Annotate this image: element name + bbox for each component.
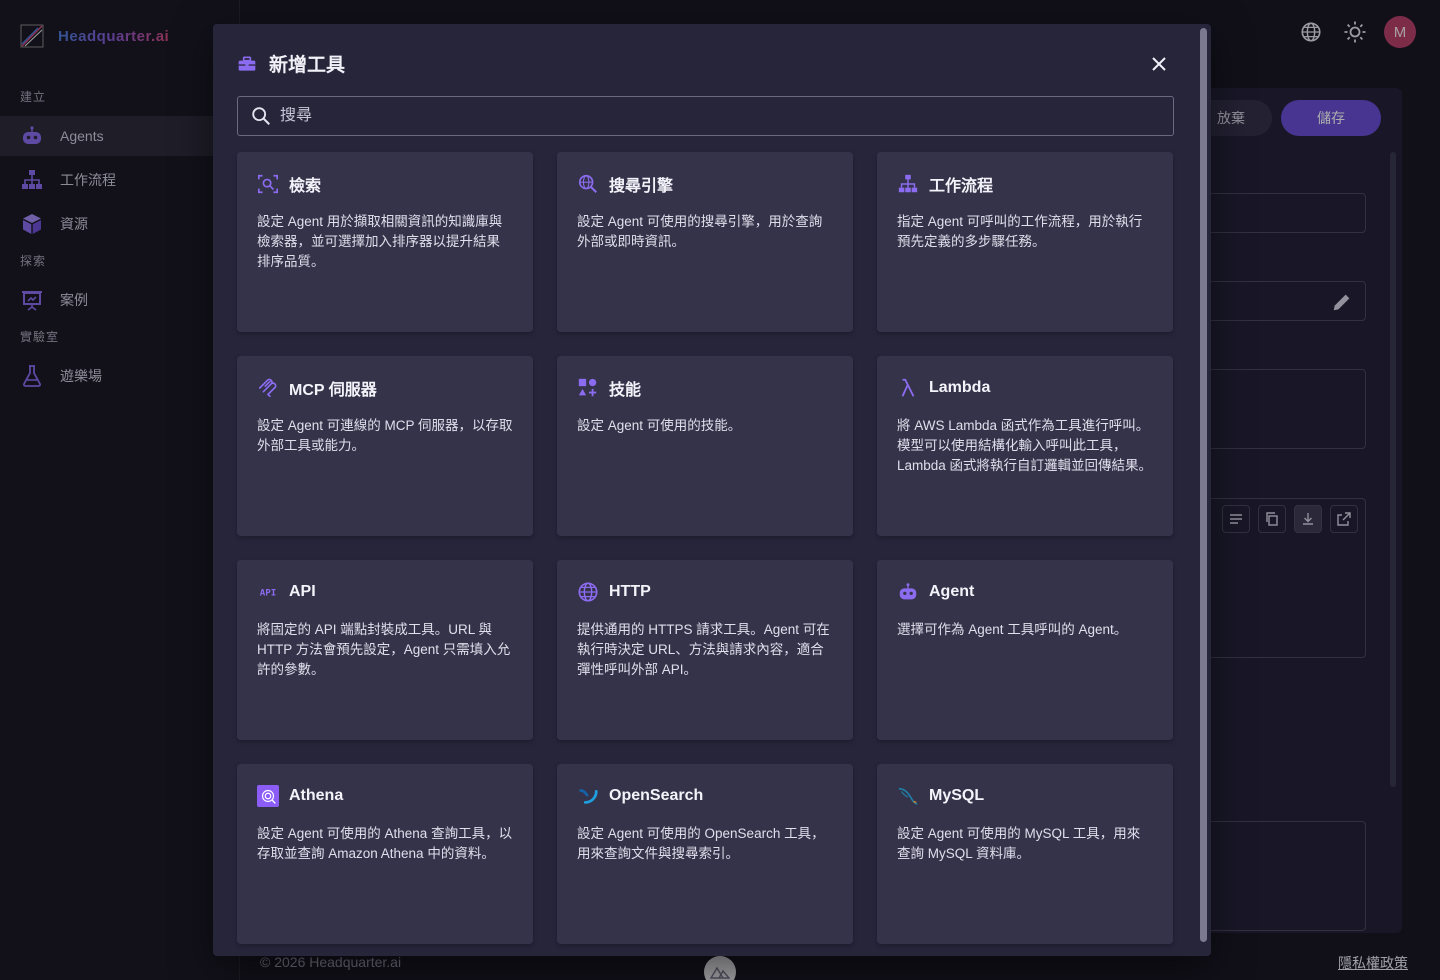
card-description: 設定 Agent 可使用的技能。 xyxy=(577,418,742,433)
card-description: 選擇可作為 Agent 工具呼叫的 Agent。 xyxy=(897,622,1128,637)
globe-icon xyxy=(578,582,598,602)
card-description: 設定 Agent 可使用的 OpenSearch 工具，用來查詢文件與搜尋索引。 xyxy=(577,826,825,861)
card-title: 檢索 xyxy=(289,178,322,195)
card-title: OpenSearch xyxy=(609,787,704,804)
search-engine-icon xyxy=(578,174,597,193)
dialog-header: 新增工具 xyxy=(237,50,345,77)
tool-card-athena[interactable]: Athena 設定 Agent 可使用的 Athena 查詢工具，以存取並查詢 … xyxy=(237,764,533,944)
retrieval-icon xyxy=(258,174,278,194)
card-title: MySQL xyxy=(929,787,985,804)
card-title: Agent xyxy=(929,583,975,600)
tool-card-opensearch[interactable]: OpenSearch 設定 Agent 可使用的 OpenSearch 工具，用… xyxy=(557,764,853,944)
tool-card-api[interactable]: API API 將固定的 API 端點封裝成工具。URL 與 HTTP 方法會預… xyxy=(237,560,533,740)
tool-card-skills[interactable]: 技能 設定 Agent 可使用的技能。 xyxy=(557,356,853,536)
close-button[interactable] xyxy=(1147,52,1171,76)
tool-card-agent[interactable]: Agent 選擇可作為 Agent 工具呼叫的 Agent。 xyxy=(877,560,1173,740)
card-description: 設定 Agent 可使用的 Athena 查詢工具，以存取並查詢 Amazon … xyxy=(257,826,513,861)
api-icon: API xyxy=(260,588,277,599)
tool-grid: 檢索 設定 Agent 用於擷取相關資訊的知識庫與檢索器，並可選擇加入排序器以提… xyxy=(237,152,1174,944)
card-description: 設定 Agent 用於擷取相關資訊的知識庫與檢索器，並可選擇加入排序器以提升結果… xyxy=(257,214,503,269)
card-title: 工作流程 xyxy=(929,178,994,195)
mcp-icon xyxy=(258,378,277,398)
workflow-icon xyxy=(898,174,918,193)
tool-card-mcp-server[interactable]: MCP 伺服器 設定 Agent 可連線的 MCP 伺服器，以存取外部工具或能力… xyxy=(237,356,533,536)
tool-card-mysql[interactable]: MySQL 設定 Agent 可使用的 MySQL 工具，用來查詢 MySQL … xyxy=(877,764,1173,944)
dialog-scrollbar[interactable] xyxy=(1200,28,1207,942)
athena-icon xyxy=(257,785,279,807)
tool-card-search-engine[interactable]: 搜尋引擎 設定 Agent 可使用的搜尋引擎，用於查詢外部或即時資訊。 xyxy=(557,152,853,332)
card-description: 設定 Agent 可連線的 MCP 伺服器，以存取外部工具或能力。 xyxy=(257,418,513,453)
toolbox-icon xyxy=(238,56,256,71)
lambda-icon xyxy=(901,378,915,397)
card-description: 指定 Agent 可呼叫的工作流程，用於執行預先定義的多步驟任務。 xyxy=(897,214,1143,249)
tool-card-retrieval[interactable]: 檢索 設定 Agent 用於擷取相關資訊的知識庫與檢索器，並可選擇加入排序器以提… xyxy=(237,152,533,332)
mysql-icon xyxy=(898,787,918,805)
card-title: HTTP xyxy=(609,583,651,600)
card-title: Lambda xyxy=(929,379,991,396)
search-input[interactable] xyxy=(280,107,1160,125)
card-description: 將 AWS Lambda 函式作為工具進行呼叫。模型可以使用結構化輸入呼叫此工具… xyxy=(897,418,1153,473)
card-title: Athena xyxy=(289,787,344,804)
card-description: 設定 Agent 可使用的搜尋引擎，用於查詢外部或即時資訊。 xyxy=(577,214,823,249)
card-title: 搜尋引擎 xyxy=(609,178,674,195)
card-description: 提供通用的 HTTPS 請求工具。Agent 可在執行時決定 URL、方法與請求… xyxy=(577,622,830,677)
card-title: API xyxy=(289,583,316,600)
tool-card-http[interactable]: HTTP 提供通用的 HTTPS 請求工具。Agent 可在執行時決定 URL、… xyxy=(557,560,853,740)
card-description: 將固定的 API 端點封裝成工具。URL 與 HTTP 方法會預先設定，Agen… xyxy=(257,622,511,677)
svg-text:API: API xyxy=(260,588,277,599)
search-box[interactable] xyxy=(237,96,1174,136)
add-tool-dialog: 新增工具 檢索 設定 Agent 用於擷取相關資訊的知識庫與檢索器，並可選擇加入… xyxy=(213,24,1211,956)
tool-card-workflow[interactable]: 工作流程 指定 Agent 可呼叫的工作流程，用於執行預先定義的多步驟任務。 xyxy=(877,152,1173,332)
card-title: 技能 xyxy=(609,382,642,399)
search-icon xyxy=(252,107,270,125)
card-title: MCP 伺服器 xyxy=(289,382,377,399)
skills-icon xyxy=(578,378,597,397)
robot-icon xyxy=(899,583,917,600)
tool-card-lambda[interactable]: Lambda 將 AWS Lambda 函式作為工具進行呼叫。模型可以使用結構化… xyxy=(877,356,1173,536)
dialog-title: 新增工具 xyxy=(269,55,346,76)
opensearch-icon xyxy=(579,789,598,804)
card-description: 設定 Agent 可使用的 MySQL 工具，用來查詢 MySQL 資料庫。 xyxy=(897,826,1141,861)
close-icon xyxy=(1152,57,1166,71)
